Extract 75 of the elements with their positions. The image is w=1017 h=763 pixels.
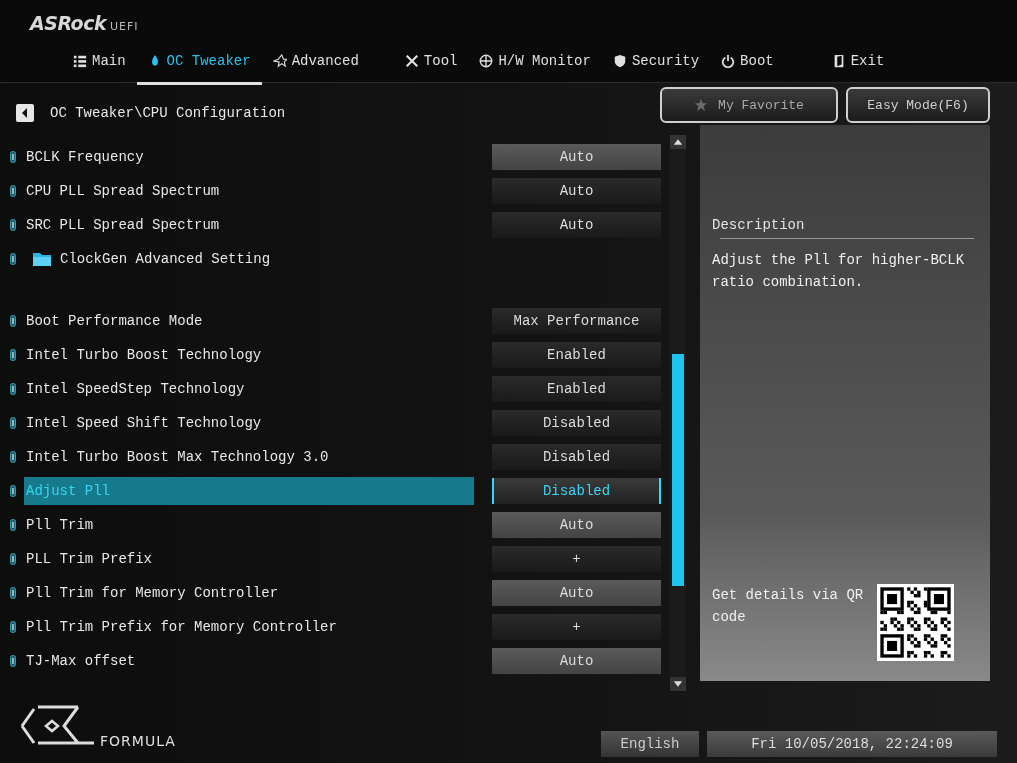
menu-tab[interactable]: Advanced xyxy=(261,48,370,85)
menu-tab[interactable]: OC Tweaker xyxy=(136,48,262,85)
shield-icon xyxy=(612,54,627,68)
info-icon xyxy=(10,621,16,633)
description-title: Description xyxy=(712,217,806,233)
setting-item[interactable]: TJ-Max offset xyxy=(24,647,474,675)
series-label: FORMULA xyxy=(100,733,176,749)
qr-hint: Get details via QR code xyxy=(712,586,865,627)
info-icon xyxy=(10,151,16,163)
menu-tab[interactable]: Security xyxy=(601,48,711,85)
info-icon xyxy=(10,553,16,565)
value-selector[interactable]: Auto xyxy=(492,648,661,674)
scrollbar[interactable] xyxy=(670,135,686,691)
qr-code-icon xyxy=(877,584,954,661)
info-icon xyxy=(10,519,16,531)
info-icon xyxy=(10,219,16,231)
menu-tab[interactable]: Main xyxy=(62,48,137,85)
language-button[interactable]: English xyxy=(601,731,699,757)
menu-tab[interactable]: H/W Monitor xyxy=(468,48,602,85)
setting-item[interactable]: CPU PLL Spread Spectrum xyxy=(24,177,474,205)
my-favorite-button[interactable]: My Favorite xyxy=(660,87,838,123)
product-label: UEFI xyxy=(110,20,139,33)
scroll-down-icon[interactable] xyxy=(670,677,686,691)
setting-item[interactable]: Pll Trim for Memory Controller xyxy=(24,579,474,607)
setting-item[interactable]: BCLK Frequency xyxy=(24,143,474,171)
info-icon xyxy=(10,587,16,599)
setting-item[interactable]: ClockGen Advanced Setting xyxy=(24,245,474,273)
scroll-up-icon[interactable] xyxy=(670,135,686,149)
setting-item[interactable]: Intel Turbo Boost Technology xyxy=(24,341,474,369)
info-icon xyxy=(10,185,16,197)
setting-item[interactable]: Intel SpeedStep Technology xyxy=(24,375,474,403)
value-selector[interactable]: Auto xyxy=(492,512,661,538)
value-selector[interactable]: Enabled xyxy=(492,342,661,368)
crosshair-icon xyxy=(479,54,494,68)
setting-item[interactable]: Pll Trim Prefix for Memory Controller xyxy=(24,613,474,641)
info-icon xyxy=(10,253,16,265)
info-icon xyxy=(10,451,16,463)
menu-tab[interactable]: Tool xyxy=(393,48,469,85)
value-selector[interactable]: + xyxy=(492,614,661,640)
scrollbar-thumb[interactable] xyxy=(672,354,684,586)
value-selector[interactable]: Disabled xyxy=(492,444,661,470)
info-icon xyxy=(10,417,16,429)
list-icon xyxy=(73,54,87,68)
value-selector[interactable]: Auto xyxy=(492,178,661,204)
value-selector[interactable]: Max Performance xyxy=(492,308,661,334)
breadcrumb: OC Tweaker\CPU Configuration xyxy=(50,105,286,121)
easy-mode-button[interactable]: Easy Mode(F6) xyxy=(846,87,990,123)
value-selector[interactable]: Disabled xyxy=(492,410,661,436)
setting-item[interactable]: SRC PLL Spread Spectrum xyxy=(24,211,474,239)
value-selector[interactable]: Auto xyxy=(492,144,661,170)
star-icon xyxy=(272,54,287,68)
setting-item[interactable]: Boot Performance Mode xyxy=(24,307,474,335)
info-icon xyxy=(10,485,16,497)
value-selector[interactable]: Disabled xyxy=(492,478,661,504)
folder-icon xyxy=(32,251,52,267)
date-time: Fri 10/05/2018, 22:24:09 xyxy=(707,731,997,757)
setting-item[interactable]: Intel Turbo Boost Max Technology 3.0 xyxy=(24,443,474,471)
value-selector[interactable]: Auto xyxy=(492,212,661,238)
power-icon xyxy=(721,54,736,68)
menu-tab[interactable]: Boot xyxy=(710,48,785,85)
value-selector[interactable]: + xyxy=(492,546,661,572)
setting-item[interactable]: Pll Trim xyxy=(24,511,474,539)
brand-logo: ASRock xyxy=(30,12,107,34)
setting-item[interactable]: PLL Trim Prefix xyxy=(24,545,474,573)
info-icon xyxy=(10,315,16,327)
menu-tab[interactable]: Exit xyxy=(820,48,896,85)
star-icon xyxy=(694,98,709,112)
back-icon[interactable] xyxy=(16,104,34,122)
setting-item[interactable]: Intel Speed Shift Technology xyxy=(24,409,474,437)
value-selector[interactable]: Auto xyxy=(492,580,661,606)
info-icon xyxy=(10,383,16,395)
value-selector[interactable]: Enabled xyxy=(492,376,661,402)
info-icon xyxy=(10,349,16,361)
info-icon xyxy=(10,655,16,667)
description-text: Adjust the Pll for higher-BCLK ratio combination. xyxy=(712,251,966,292)
